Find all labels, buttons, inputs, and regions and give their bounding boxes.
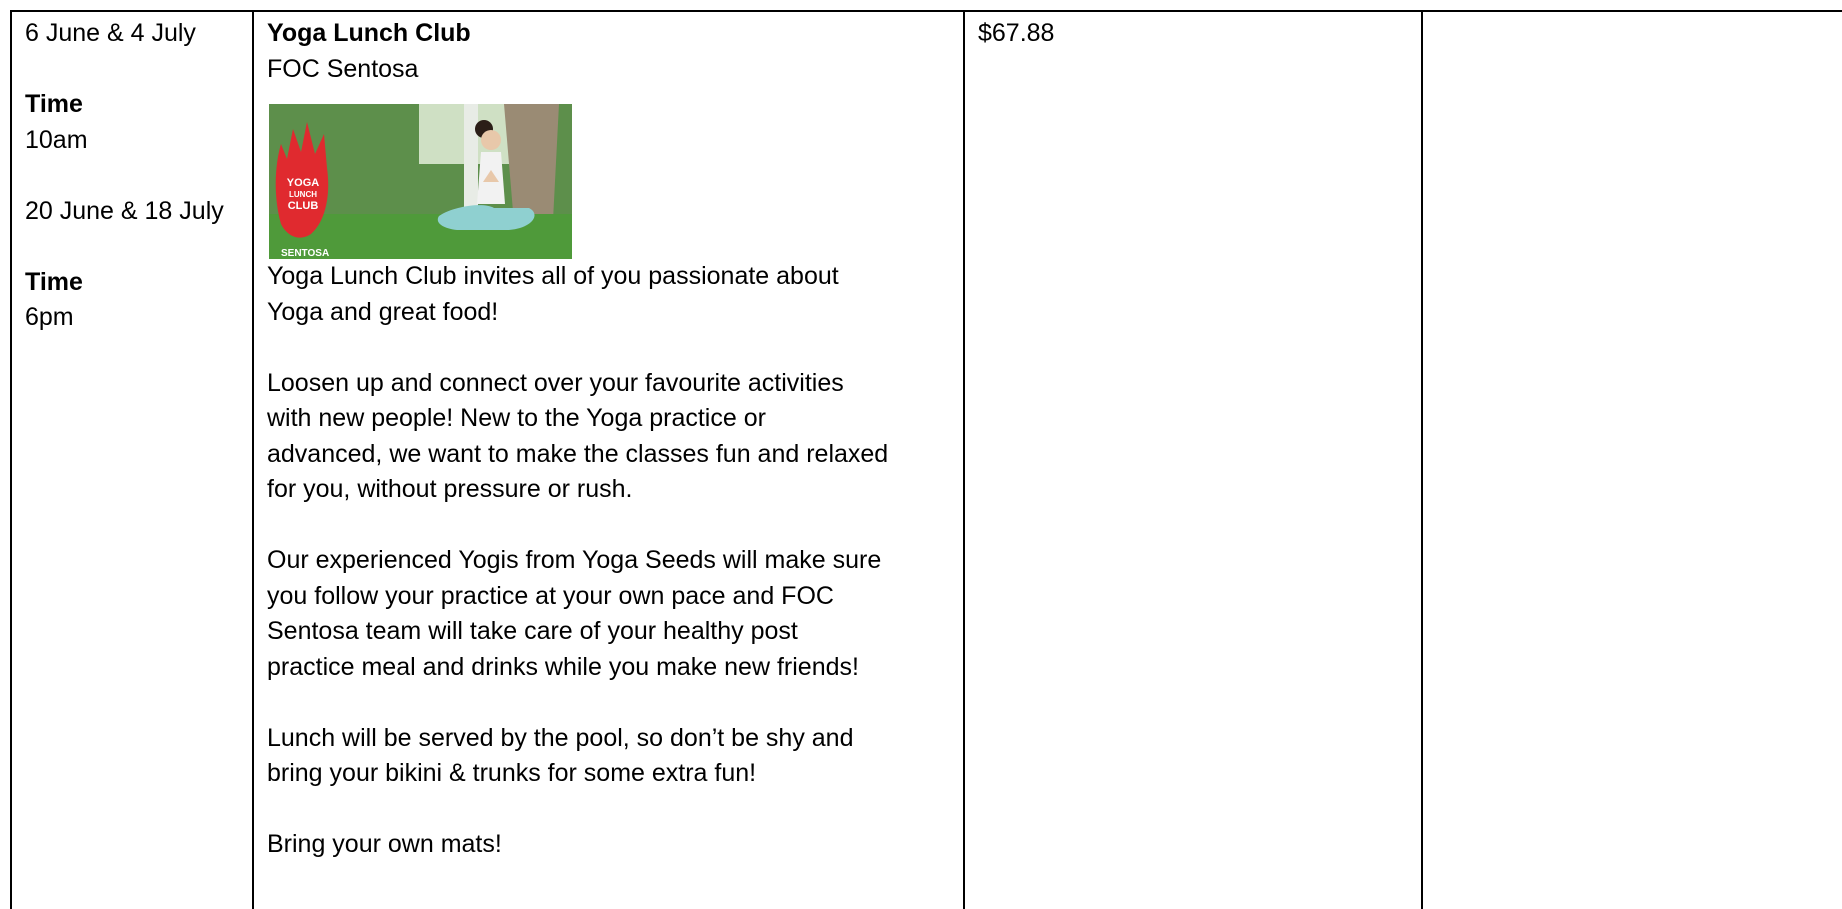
first-dates: 6 June & 4 July	[25, 19, 196, 47]
paragraph-1-line-2: Yoga and great food!	[267, 297, 499, 326]
yoga-lunch-club-photo: YOGA LUNCH CLUB SENTOSA	[269, 104, 572, 259]
second-dates: 20 June & 18 July	[25, 196, 224, 225]
logo-line1: YOGA	[287, 177, 319, 189]
paragraph-3-line-2: you follow your practice at your own pac…	[267, 581, 834, 610]
first-time: 10am	[25, 125, 88, 154]
paragraph-2-line-3: advanced, we want to make the classes fu…	[267, 439, 889, 468]
paragraph-4-line-1: Lunch will be served by the pool, so don…	[267, 723, 854, 752]
paragraph-2-line-4: for you, without pressure or rush.	[267, 475, 633, 503]
second-time: 6pm	[25, 303, 74, 331]
paragraph-3-line-3: Sentosa team will take care of your heal…	[267, 617, 798, 645]
second-time-label: Time	[25, 267, 83, 296]
schedule-cell: 6 June & 4 July Time 10am 20 June & 18 J…	[12, 12, 254, 909]
empty-cell	[1423, 12, 1842, 909]
price-cell: $67.88	[965, 12, 1423, 909]
event-description-cell: Yoga Lunch Club FOC Sentosa YOGA LUNCH C…	[254, 12, 965, 909]
paragraph-4-line-2: bring your bikini & trunks for some extr…	[267, 759, 757, 787]
event-venue: FOC Sentosa	[267, 54, 419, 83]
logo-line2: LUNCH	[289, 190, 317, 199]
logo-brand: SENTOSA	[281, 248, 329, 259]
paragraph-3-line-1: Our experienced Yogis from Yoga Seeds wi…	[267, 546, 882, 574]
paragraph-5-line-1: Bring your own mats!	[267, 830, 502, 858]
event-title: Yoga Lunch Club	[267, 19, 471, 47]
logo-line3: CLUB	[288, 200, 319, 212]
paragraph-3-line-4: practice meal and drinks while you make …	[267, 652, 859, 681]
paragraph-2-line-2: with new people! New to the Yoga practic…	[267, 404, 766, 432]
paragraph-2-line-1: Loosen up and connect over your favourit…	[267, 368, 844, 397]
first-time-label: Time	[25, 90, 83, 118]
paragraph-1-line-1: Yoga Lunch Club invites all of you passi…	[267, 262, 839, 290]
event-table: 6 June & 4 July Time 10am 20 June & 18 J…	[10, 10, 1842, 909]
price: $67.88	[978, 19, 1055, 47]
